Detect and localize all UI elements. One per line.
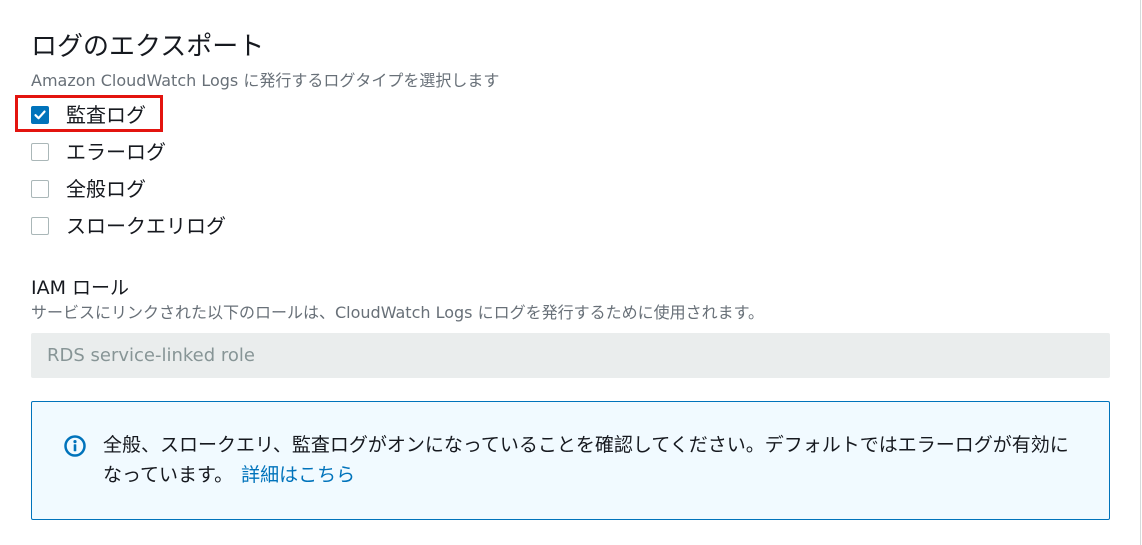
- checkbox-label: 全般ログ: [66, 177, 146, 201]
- info-icon: [64, 435, 86, 457]
- checkbox-checked[interactable]: [31, 106, 49, 124]
- section-title: ログのエクスポート: [31, 32, 265, 62]
- check-icon: [34, 110, 46, 120]
- checkbox-label: 監査ログ: [66, 103, 146, 127]
- checkbox-unchecked[interactable]: [31, 180, 49, 198]
- checkbox-label: エラーログ: [66, 140, 166, 164]
- info-alert: 全般、スロークエリ、監査ログがオンになっていることを確認してください。デフォルト…: [31, 401, 1110, 520]
- log-export-panel: ログのエクスポート Amazon CloudWatch Logs に発行するログ…: [0, 0, 1141, 545]
- section-description: Amazon CloudWatch Logs に発行するログタイプを選択します: [31, 71, 500, 90]
- checkbox-general-log[interactable]: 全般ログ: [31, 177, 146, 201]
- checkbox-audit-log[interactable]: 監査ログ: [31, 103, 146, 127]
- checkbox-slow-query-log[interactable]: スロークエリログ: [31, 214, 226, 238]
- checkbox-unchecked[interactable]: [31, 143, 49, 161]
- iam-role-description: サービスにリンクされた以下のロールは、CloudWatch Logs にログを発…: [31, 303, 765, 322]
- info-alert-message: 全般、スロークエリ、監査ログがオンになっていることを確認してください。デフォルト…: [103, 430, 1078, 490]
- checkbox-error-log[interactable]: エラーログ: [31, 140, 166, 164]
- iam-role-label: IAM ロール: [31, 277, 130, 299]
- iam-role-field: RDS service-linked role: [31, 333, 1110, 378]
- checkbox-label: スロークエリログ: [66, 214, 226, 238]
- checkbox-unchecked[interactable]: [31, 217, 49, 235]
- learn-more-link[interactable]: 詳細はこちら: [241, 464, 355, 486]
